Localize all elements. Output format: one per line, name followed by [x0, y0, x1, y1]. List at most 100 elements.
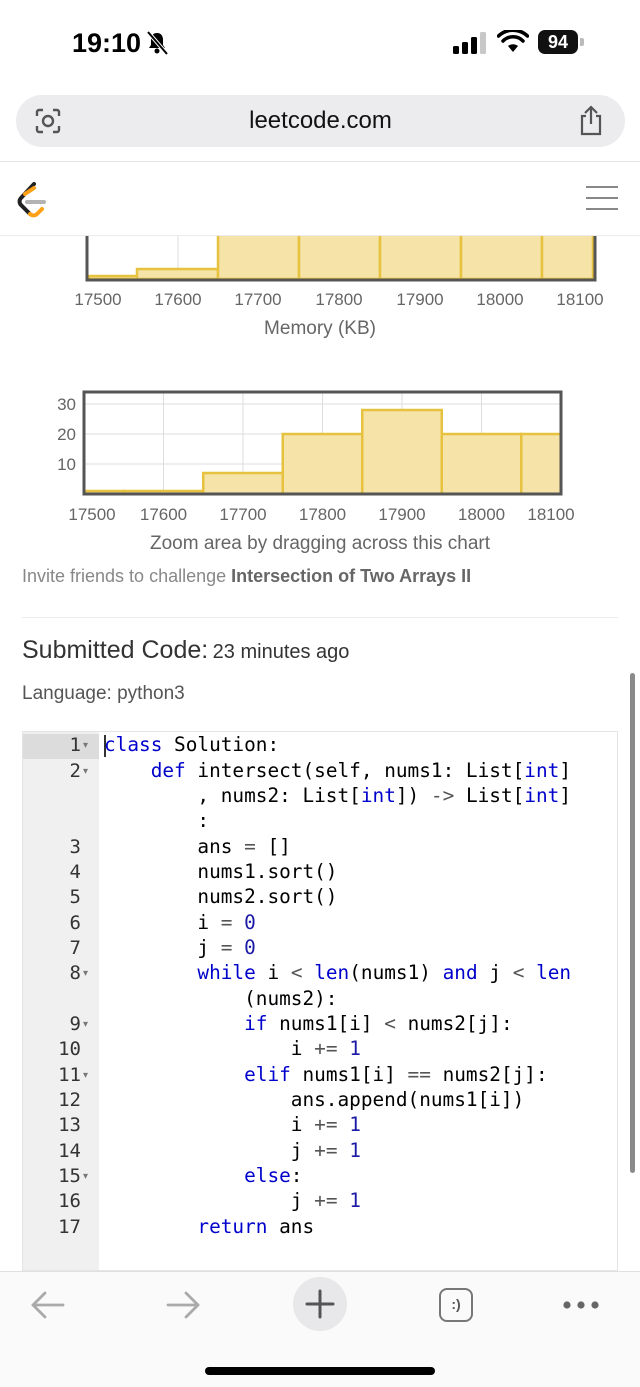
forward-arrow-icon[interactable] — [165, 1290, 201, 1320]
signal-icon — [453, 32, 486, 54]
y-tick-label: 10 — [57, 455, 76, 474]
wifi-icon — [497, 30, 529, 52]
page-scrollbar[interactable] — [630, 673, 635, 1173]
line-number: 5 — [69, 886, 81, 908]
histogram-bar — [520, 432, 563, 496]
battery-level: 94 — [538, 30, 578, 54]
line-number: 11 — [58, 1064, 81, 1086]
zoom-x-ticks: 17500 17600 17700 17800 17900 18000 18100 — [68, 505, 574, 524]
code-line: ans.append(nums1[i]) — [104, 1088, 525, 1111]
tabs-icon[interactable]: :) — [439, 1288, 473, 1322]
screen: 19:10 94 leetcode.com 17500 17600 17700 … — [0, 0, 640, 1387]
code-line: j = 0 — [104, 936, 256, 959]
code-line: if nums1[i] < nums2[j]: — [244, 1012, 513, 1035]
x-tick-label: 18100 — [527, 505, 574, 524]
fold-arrow-icon[interactable]: ▾ — [83, 968, 88, 979]
hamburger-menu-icon[interactable] — [586, 184, 618, 212]
invite-problem-link[interactable]: Intersection of Two Arrays II — [231, 566, 471, 586]
x-tick-label: 17600 — [140, 505, 187, 524]
memory-tick: 18100 — [556, 290, 603, 309]
line-number: 12 — [58, 1089, 81, 1111]
memory-bar — [459, 236, 544, 281]
code-line: elif nums1[i] == nums2[j]: — [244, 1063, 548, 1086]
status-time: 19:10 — [72, 28, 142, 58]
line-number: 16 — [58, 1190, 81, 1212]
line-number: 9 — [69, 1013, 81, 1035]
fold-arrow-icon[interactable]: ▾ — [83, 740, 88, 751]
memory-bar — [216, 236, 301, 281]
y-tick-label: 20 — [57, 425, 76, 444]
code-line: while i < len(nums1) and j < len — [197, 961, 572, 984]
memory-bar — [378, 236, 463, 281]
more-icon[interactable] — [562, 1300, 600, 1310]
code-line: i += 1 — [104, 1037, 361, 1060]
status-bar: 19:10 94 — [0, 0, 640, 88]
fold-arrow-icon[interactable]: ▾ — [83, 1019, 88, 1030]
line-number: 13 — [58, 1114, 81, 1136]
x-tick-label: 18000 — [458, 505, 505, 524]
line-number: 10 — [58, 1038, 81, 1060]
back-arrow-icon[interactable] — [30, 1290, 66, 1320]
memory-chart[interactable]: 17500 17600 17700 17800 17900 18000 1810… — [0, 236, 640, 316]
submitted-time: 23 minutes ago — [212, 641, 350, 663]
histogram-bar — [281, 432, 364, 496]
memory-x-ticks: 17500 17600 17700 17800 17900 18000 1810… — [74, 290, 603, 309]
zoom-chart-note: Zoom area by dragging across this chart — [149, 533, 491, 554]
home-indicator — [205, 1367, 435, 1375]
code-line: j += 1 — [104, 1139, 361, 1162]
code-line: ans = [] — [104, 835, 291, 858]
zoom-y-ticks: 10 20 30 — [57, 395, 76, 474]
memory-bar — [540, 236, 595, 281]
code-line: : — [104, 809, 210, 832]
language-label: Language: python3 — [22, 683, 185, 704]
fold-arrow-icon[interactable]: ▾ — [83, 1070, 88, 1081]
line-number: 7 — [69, 937, 81, 959]
line-number: 4 — [69, 861, 81, 883]
line-number: 15 — [58, 1165, 81, 1187]
url-text[interactable]: leetcode.com — [16, 107, 625, 135]
memory-tick: 17900 — [396, 290, 443, 309]
new-tab-button[interactable] — [293, 1277, 347, 1331]
memory-tick: 17500 — [74, 290, 121, 309]
invite-text: Invite friends to challenge Intersection… — [22, 566, 471, 587]
fold-arrow-icon[interactable]: ▾ — [83, 766, 88, 777]
y-tick-label: 30 — [57, 395, 76, 414]
bell-muted-icon — [146, 30, 169, 56]
line-number: 6 — [69, 912, 81, 934]
memory-bar — [135, 267, 220, 281]
line-number: 8 — [69, 962, 81, 984]
x-tick-label: 17800 — [299, 505, 346, 524]
line-number: 2 — [69, 760, 81, 782]
code-line: , nums2: List[int]) -> List[int] — [104, 784, 572, 807]
battery-icon: 94 — [538, 30, 584, 54]
x-tick-label: 17900 — [378, 505, 425, 524]
code-line: j += 1 — [104, 1189, 361, 1212]
histogram-bar — [202, 471, 284, 496]
histogram-bar — [361, 408, 443, 496]
code-line: (nums2): — [104, 987, 338, 1010]
submitted-heading: Submitted Code: 23 minutes ago — [22, 636, 349, 665]
line-number: 1 — [69, 734, 81, 756]
x-tick-label: 17700 — [219, 505, 266, 524]
address-bar[interactable]: leetcode.com — [16, 95, 625, 147]
memory-tick: 17800 — [315, 290, 362, 309]
code-line: else: — [244, 1164, 303, 1187]
code-line: nums2.sort() — [104, 885, 338, 908]
code-line: return ans — [197, 1215, 315, 1238]
fold-arrow-icon[interactable]: ▾ — [83, 1171, 88, 1182]
code-line: class Solution: — [104, 733, 280, 756]
memory-tick: 17700 — [234, 290, 281, 309]
code-line: i = 0 — [104, 911, 256, 934]
leetcode-logo[interactable] — [16, 180, 48, 218]
code-editor[interactable]: 1 ▾ 2 ▾ 3 4 5 6 7 8 ▾ 9 ▾ 10 11 ▾ 12 13 14 15 ▾ 16 17 class So… — [22, 731, 618, 1271]
memory-axis-title: Memory (KB) — [264, 318, 376, 339]
zoom-chart[interactable]: 10 20 30 17500 17600 17700 17800 17900 18000 181… — [0, 388, 640, 528]
memory-bar — [297, 236, 382, 281]
browser-toolbar: :) — [0, 1271, 640, 1387]
line-number-gutter: 1 ▾ 2 ▾ 3 4 5 6 7 8 ▾ 9 ▾ 10 11 ▾ 12 13 14 15 ▾ 16 17 — [23, 732, 99, 1270]
code-line: def intersect(self, nums1: List[int] — [150, 759, 572, 782]
site-header — [0, 162, 640, 236]
code-line: i += 1 — [104, 1113, 361, 1136]
share-icon[interactable] — [577, 105, 605, 137]
submitted-label: Submitted Code: — [22, 636, 209, 664]
